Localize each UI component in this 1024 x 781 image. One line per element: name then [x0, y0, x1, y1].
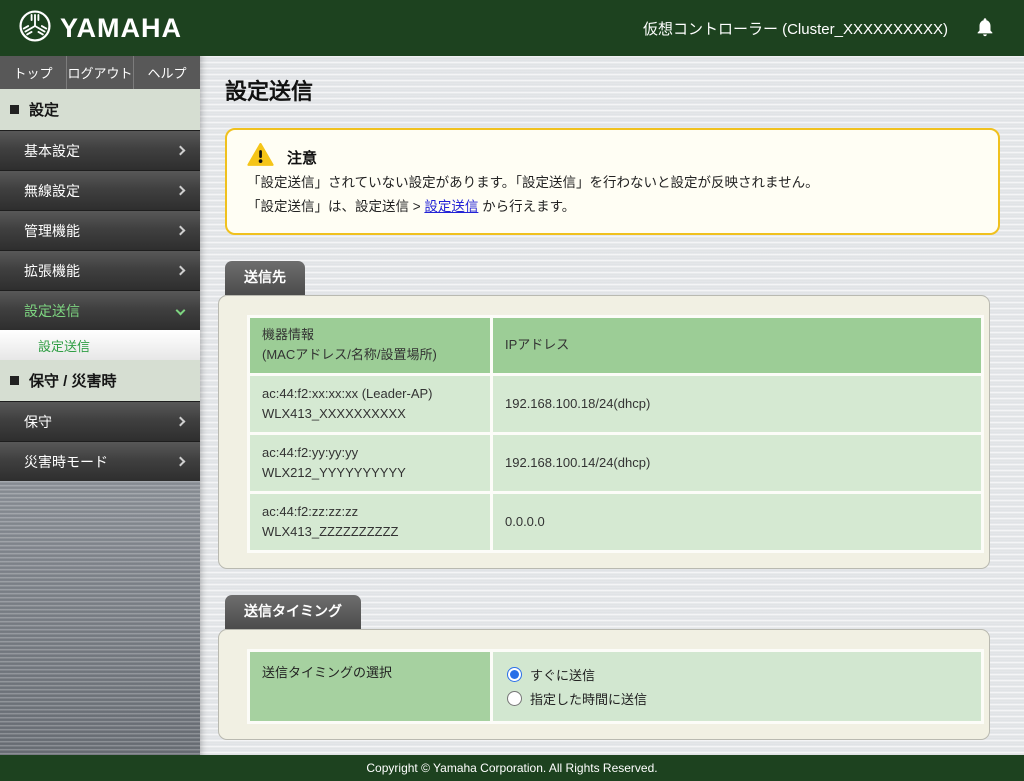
device-info-cell: ac:44:f2:yy:yy:yy WLX212_YYYYYYYYYY — [250, 435, 490, 491]
square-bullet-icon — [10, 376, 19, 385]
chevron-right-icon — [176, 417, 186, 427]
notice-line-1: 「設定送信」されていない設定があります。「設定送信」を行わないと設定が反映されま… — [247, 171, 978, 195]
section-label: 保守 / 災害時 — [29, 370, 117, 391]
device-info-cell: ac:44:f2:xx:xx:xx (Leader-AP) WLX413_XXX… — [250, 376, 490, 432]
warning-notice-box: 注意 「設定送信」されていない設定があります。「設定送信」を行わないと設定が反映… — [225, 128, 1000, 235]
notification-bell-button[interactable] — [974, 16, 996, 41]
yamaha-tuning-fork-icon — [18, 9, 52, 48]
sidebar-subitem-config-send[interactable]: 設定送信 — [0, 330, 200, 360]
tab-logout[interactable]: ログアウト — [67, 56, 134, 89]
yamaha-logo: YAMAHA — [18, 9, 182, 48]
tab-top[interactable]: トップ — [0, 56, 67, 89]
destination-table: 機器情報 (MACアドレス/名称/設置場所) IPアドレス ac:44:f2:x… — [247, 315, 984, 553]
timing-options-cell: すぐに送信 指定した時間に送信 — [493, 652, 981, 721]
menu-label: 無線設定 — [24, 181, 80, 201]
notice-line-2-suffix: から行えます。 — [478, 199, 575, 214]
timing-form-table: 送信タイミングの選択 すぐに送信 指定した時間に送信 — [247, 649, 984, 724]
config-send-link[interactable]: 設定送信 — [424, 199, 478, 214]
chevron-right-icon — [176, 226, 186, 236]
chevron-right-icon — [176, 146, 186, 156]
table-row: ac:44:f2:zz:zz:zz WLX413_ZZZZZZZZZZ 0.0.… — [250, 494, 981, 550]
controller-title: 仮想コントローラー (Cluster_XXXXXXXXXX) — [643, 18, 948, 39]
section-label: 設定 — [29, 99, 59, 120]
warning-triangle-icon — [247, 143, 274, 171]
sidebar-item-management[interactable]: 管理機能 — [0, 210, 200, 250]
radio-label: 指定した時間に送信 — [530, 689, 647, 708]
chevron-right-icon — [176, 457, 186, 467]
app-footer: Copyright © Yamaha Corporation. All Righ… — [0, 755, 1024, 781]
main-content: 設定送信 注意 「設定送信」されていない設定があります。「設定送信」を行わないと… — [200, 56, 1024, 755]
timing-section-tab: 送信タイミング — [225, 595, 361, 629]
app-header: YAMAHA 仮想コントローラー (Cluster_XXXXXXXXXX) — [0, 0, 1024, 56]
menu-label: 管理機能 — [24, 221, 80, 241]
brand-name: YAMAHA — [60, 13, 182, 44]
notice-title: 注意 — [287, 147, 317, 168]
table-header-row: 機器情報 (MACアドレス/名称/設置場所) IPアドレス — [250, 318, 981, 372]
sidebar-filler — [0, 481, 200, 755]
device-info-column-header: 機器情報 (MACアドレス/名称/設置場所) — [250, 318, 490, 372]
notice-line-2: 「設定送信」は、設定送信 > 設定送信 から行えます。 — [247, 195, 978, 219]
menu-label: 災害時モード — [24, 452, 108, 472]
destination-panel: 機器情報 (MACアドレス/名称/設置場所) IPアドレス ac:44:f2:x… — [218, 295, 990, 569]
menu-label: 拡張機能 — [24, 261, 80, 281]
ip-address-cell: 192.168.100.18/24(dhcp) — [493, 376, 981, 432]
menu-label: 基本設定 — [24, 141, 80, 161]
notice-line-2-prefix: 「設定送信」は、設定送信 > — [247, 199, 424, 214]
destination-section-tab: 送信先 — [225, 261, 305, 295]
sidebar-item-maintenance[interactable]: 保守 — [0, 401, 200, 441]
bell-icon — [974, 26, 996, 41]
tab-help[interactable]: ヘルプ — [134, 56, 200, 89]
menu-label: 保守 — [24, 412, 52, 432]
chevron-right-icon — [176, 266, 186, 276]
send-now-radio[interactable] — [507, 667, 522, 682]
ip-address-cell: 0.0.0.0 — [493, 494, 981, 550]
timing-select-label: 送信タイミングの選択 — [250, 652, 490, 721]
device-info-cell: ac:44:f2:zz:zz:zz WLX413_ZZZZZZZZZZ — [250, 494, 490, 550]
sidebar-item-basic-settings[interactable]: 基本設定 — [0, 130, 200, 170]
square-bullet-icon — [10, 105, 19, 114]
table-row: ac:44:f2:yy:yy:yy WLX212_YYYYYYYYYY 192.… — [250, 435, 981, 491]
sidebar-item-extended[interactable]: 拡張機能 — [0, 250, 200, 290]
timing-panel: 送信タイミングの選択 すぐに送信 指定した時間に送信 — [218, 629, 990, 740]
sidebar-item-disaster-mode[interactable]: 災害時モード — [0, 441, 200, 481]
chevron-down-icon — [176, 306, 186, 316]
sidebar-item-config-send[interactable]: 設定送信 — [0, 290, 200, 330]
sidebar-section-settings: 設定 — [0, 89, 200, 130]
sidebar-item-wireless-settings[interactable]: 無線設定 — [0, 170, 200, 210]
send-at-time-radio[interactable] — [507, 691, 522, 706]
chevron-right-icon — [176, 186, 186, 196]
radio-label: すぐに送信 — [530, 665, 595, 684]
page-title: 設定送信 — [225, 74, 1024, 106]
ip-address-cell: 192.168.100.14/24(dhcp) — [493, 435, 981, 491]
copyright-text: Copyright © Yamaha Corporation. All Righ… — [366, 761, 657, 775]
menu-label: 設定送信 — [24, 301, 80, 321]
sidebar: トップ ログアウト ヘルプ 設定 基本設定 無線設定 管理機能 拡張機能 設定送… — [0, 56, 200, 755]
table-row: ac:44:f2:xx:xx:xx (Leader-AP) WLX413_XXX… — [250, 376, 981, 432]
radio-option-send-at-time[interactable]: 指定した時間に送信 — [507, 689, 967, 708]
ip-address-column-header: IPアドレス — [493, 318, 981, 372]
sidebar-section-maintenance: 保守 / 災害時 — [0, 360, 200, 401]
radio-option-send-now[interactable]: すぐに送信 — [507, 665, 967, 684]
sidebar-top-tabs: トップ ログアウト ヘルプ — [0, 56, 200, 89]
